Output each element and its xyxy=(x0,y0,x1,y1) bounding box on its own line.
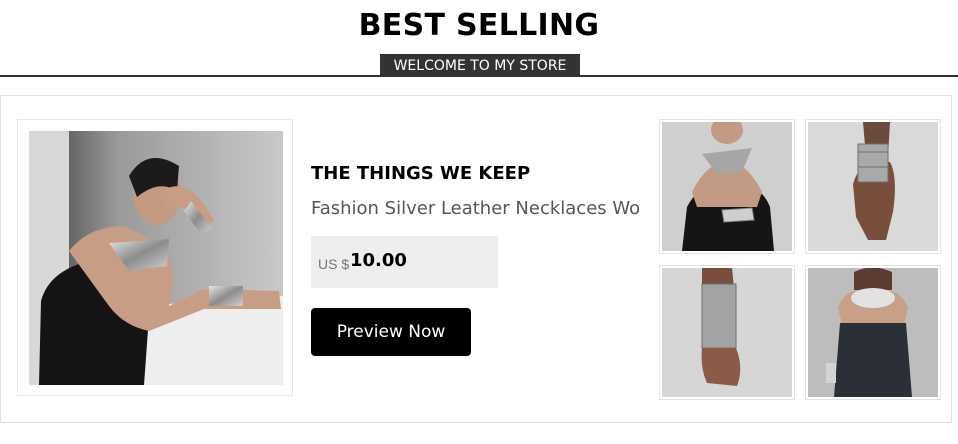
product-card: THE THINGS WE KEEP Fashion Silver Leathe… xyxy=(0,95,952,423)
preview-now-button[interactable]: Preview Now xyxy=(311,308,471,356)
thumbnail-3[interactable] xyxy=(659,265,795,400)
product-name[interactable]: THE THINGS WE KEEP xyxy=(311,163,530,184)
section-title: BEST SELLING xyxy=(358,8,600,43)
thumbnail-image-1[interactable] xyxy=(662,122,792,251)
thumbnail-4[interactable] xyxy=(805,265,941,400)
thumbnail-1[interactable] xyxy=(659,119,795,254)
thumbnail-2[interactable] xyxy=(805,119,941,254)
main-product-image[interactable] xyxy=(29,131,283,385)
thumbnail-image-3[interactable] xyxy=(662,268,792,397)
price-value: 10.00 xyxy=(350,250,407,271)
currency-label: US $ xyxy=(318,256,350,272)
product-description[interactable]: Fashion Silver Leather Necklaces Women's… xyxy=(311,196,639,230)
main-product-image-frame[interactable] xyxy=(17,119,293,396)
price-box: US $ 10.00 xyxy=(311,236,498,288)
thumbnail-image-2[interactable] xyxy=(808,122,938,251)
thumbnail-image-4[interactable] xyxy=(808,268,938,397)
store-subtitle: WELCOME TO MY STORE xyxy=(380,54,580,76)
